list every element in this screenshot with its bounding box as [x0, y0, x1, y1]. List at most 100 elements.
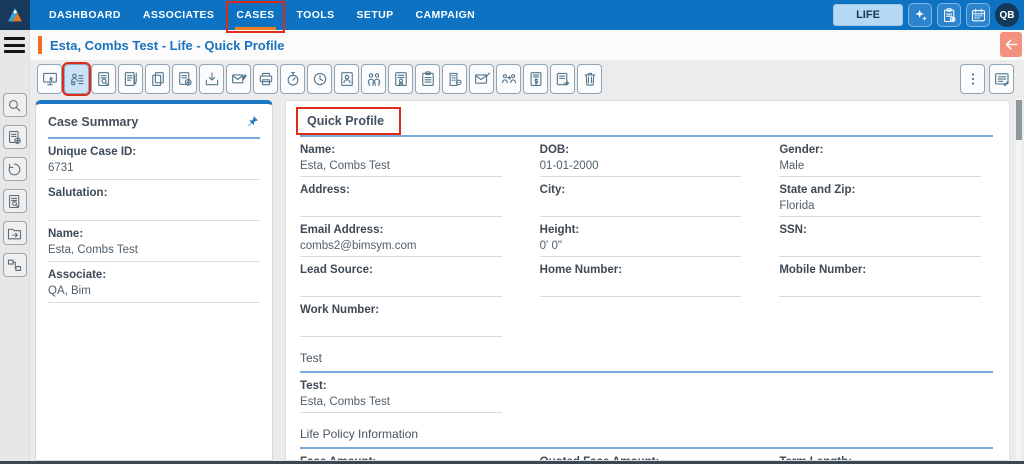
field-value: 01-01-2000: [539, 160, 599, 172]
nav-item-associates[interactable]: ASSOCIATES: [132, 0, 225, 30]
profile-field: Work Number:: [300, 303, 502, 337]
case-summary-field: Salutation:: [48, 180, 260, 221]
field-label: Name:: [300, 144, 336, 156]
nav-item-dashboard[interactable]: DASHBOARD: [38, 0, 132, 30]
folder-export-icon[interactable]: [2, 221, 27, 245]
nav-item-cases[interactable]: CASES: [225, 0, 285, 33]
certificate-icon[interactable]: [388, 64, 413, 94]
doc-search-icon[interactable]: [2, 189, 27, 213]
search-icon[interactable]: [2, 93, 27, 117]
mail-check-icon[interactable]: [469, 64, 494, 94]
field-label: Salutation:: [48, 187, 108, 199]
doc-person-icon[interactable]: [334, 64, 359, 94]
scrollbar-thumb[interactable]: [1016, 100, 1022, 140]
vertical-scrollbar[interactable]: [1016, 98, 1022, 460]
field-value: [540, 279, 742, 293]
doc-add-icon[interactable]: [2, 125, 27, 149]
pushpin-icon[interactable]: [245, 114, 260, 129]
profile-field: Height: 0' 0": [539, 223, 742, 257]
top-nav-bar: DASHBOARD ASSOCIATES CASES TOOLS SETUP CAMPAI…: [0, 0, 1024, 33]
doc-search-icon[interactable]: [91, 64, 116, 94]
case-summary-panel: Case Summary Unique Case ID: 6731 Salutati…: [35, 100, 273, 461]
toolbar-right-icons: [960, 64, 1014, 94]
quick-profile-body: Name: Esta, Combs Test DOB: 01-01-2000 Gende…: [300, 143, 993, 460]
history-icon[interactable]: [2, 157, 27, 181]
mode-button-life[interactable]: LIFE: [833, 4, 903, 26]
user-badge[interactable]: QB: [995, 3, 1019, 27]
field-label: State and Zip:: [779, 184, 856, 196]
doc-pen-icon[interactable]: [118, 64, 143, 94]
toolbar: [30, 60, 1024, 98]
field-value: Esta, Combs Test: [48, 244, 138, 256]
clipboard-list-icon[interactable]: [415, 64, 440, 94]
profile-field: Mobile Number:: [779, 263, 981, 297]
clock-icon[interactable]: [307, 64, 332, 94]
quick-profile-icon[interactable]: [64, 64, 89, 94]
field-label: Address:: [300, 184, 350, 196]
mail-pen-icon[interactable]: [226, 64, 251, 94]
case-summary-header: Case Summary: [48, 104, 260, 139]
left-sidebar: [0, 30, 30, 461]
doc-add-icon[interactable]: [172, 64, 197, 94]
field-label: SSN:: [779, 224, 807, 236]
hamburger-menu-icon[interactable]: [4, 37, 25, 53]
trash-icon[interactable]: [577, 64, 602, 94]
nav-item-label: SETUP: [356, 9, 394, 21]
building-gear-icon[interactable]: [442, 64, 467, 94]
kebab-icon[interactable]: [960, 64, 985, 94]
field-label: Lead Source:: [300, 264, 373, 276]
profile-field: City:: [539, 183, 742, 217]
profile-field-row: Name: Esta, Combs Test DOB: 01-01-2000 Gende…: [300, 143, 993, 177]
arrow-left-icon: [1004, 37, 1019, 52]
case-summary-field: Name: Esta, Combs Test: [48, 221, 260, 262]
sidebar-icons: [0, 93, 29, 277]
calendar-icon[interactable]: [966, 3, 990, 27]
profile-field-row: Work Number:: [300, 303, 993, 337]
field-value: 0' 0": [539, 240, 562, 252]
sparkles-icon[interactable]: [908, 3, 932, 27]
back-button[interactable]: [1000, 32, 1022, 57]
profile-field: Lead Source:: [300, 263, 502, 297]
profile-field: Address:: [300, 183, 502, 217]
flow-icon[interactable]: [2, 253, 27, 277]
nav-action-icons: [908, 3, 990, 27]
printer-icon[interactable]: [253, 64, 278, 94]
field-value: [300, 319, 502, 333]
field-label: Unique Case ID:: [48, 146, 137, 158]
people-icon[interactable]: [361, 64, 386, 94]
field-label: Test:: [300, 380, 327, 392]
copy-icon[interactable]: [145, 64, 170, 94]
field-value: Male: [779, 160, 805, 172]
field-label: Name:: [48, 228, 84, 240]
nav-item-setup[interactable]: SETUP: [346, 0, 405, 30]
field-value: [300, 279, 502, 293]
doc-export-icon[interactable]: [550, 64, 575, 94]
field-value: [779, 279, 981, 293]
clipboard-add-icon[interactable]: [937, 3, 961, 27]
note-icon[interactable]: [989, 64, 1014, 94]
stopwatch-icon[interactable]: [280, 64, 305, 94]
field-label: Work Number:: [300, 304, 380, 316]
empty-cell: [779, 303, 993, 337]
app-logo-icon[interactable]: [0, 0, 30, 30]
profile-field-row: Address: City: State and Zip: Florida: [300, 183, 993, 217]
download-icon[interactable]: [199, 64, 224, 94]
profile-field: SSN:: [779, 223, 981, 257]
field-label: Gender:: [779, 144, 824, 156]
profile-field: Test: Esta, Combs Test: [300, 379, 502, 413]
field-label: Mobile Number:: [779, 264, 867, 276]
monitor-icon[interactable]: [37, 64, 62, 94]
profile-field: State and Zip: Florida: [779, 183, 981, 217]
nav-item-label: TOOLS: [296, 9, 335, 21]
case-summary-field: Associate: QA, Bim: [48, 262, 260, 303]
nav-item-campaign[interactable]: CAMPAIGN: [405, 0, 487, 30]
invoice-icon[interactable]: [523, 64, 548, 94]
nav-item-label: CASES: [236, 9, 275, 21]
case-summary-title: Case Summary: [48, 114, 139, 129]
person-link-icon[interactable]: [496, 64, 521, 94]
profile-field: Gender: Male: [779, 143, 981, 177]
breadcrumb-accent-bar: [38, 36, 42, 54]
field-value: [48, 202, 260, 216]
section-header: Life Policy Information: [300, 427, 993, 449]
nav-item-tools[interactable]: TOOLS: [286, 0, 346, 30]
